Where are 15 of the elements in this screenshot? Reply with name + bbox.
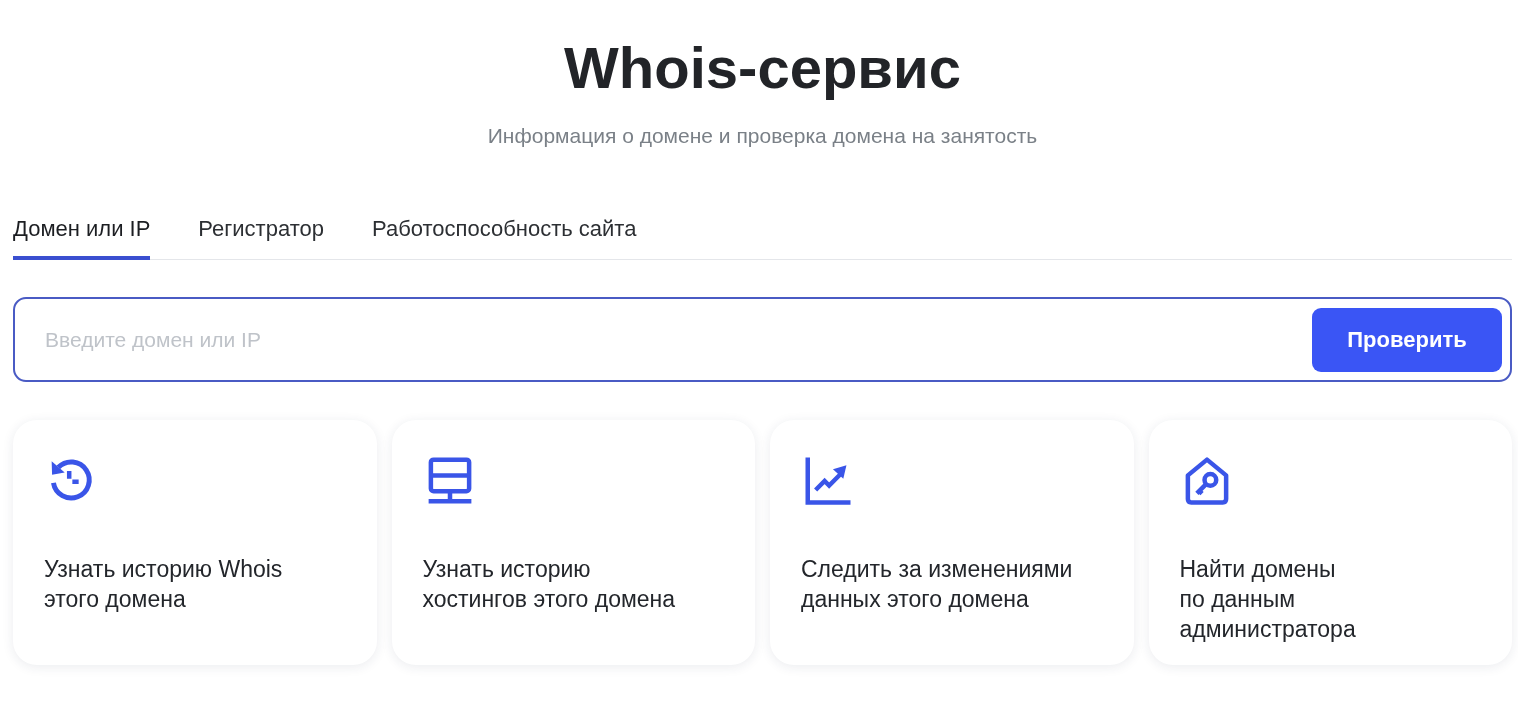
card-text: Найти домены по данным администратора: [1179, 555, 1357, 644]
page-title: Whois-сервис: [563, 34, 962, 102]
feature-card[interactable]: Следить за изменениями данных этого домена: [770, 420, 1134, 665]
search-field[interactable]: Введите домен или IP Проверить: [13, 297, 1512, 382]
feature-card[interactable]: Узнать историю Whois этого домена: [13, 420, 377, 665]
tab[interactable]: Домен или IP: [13, 206, 151, 260]
card-text: Узнать историю Whois этого домена: [44, 555, 284, 614]
tab[interactable]: Регистратор: [198, 206, 324, 260]
page-subtitle: Информация о домене и проверка домена на занятость: [486, 123, 1039, 149]
tab[interactable]: Работоспособность сайта: [371, 206, 637, 260]
feature-card[interactable]: Найти домены по данным администратора: [1148, 420, 1512, 665]
feature-card[interactable]: Узнать историю хостингов этого домена: [391, 420, 755, 665]
card-text: Узнать историю хостингов этого домена: [422, 555, 677, 614]
card-text: Следить за изменениями данных этого домена: [801, 555, 1074, 614]
check-button[interactable]: Проверить: [1312, 307, 1502, 372]
